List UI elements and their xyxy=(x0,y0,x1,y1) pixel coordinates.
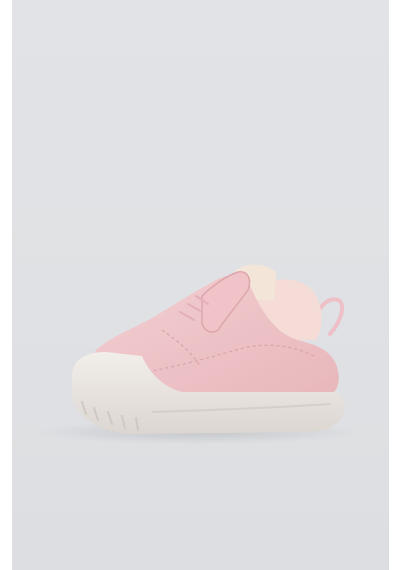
product-photo xyxy=(12,0,389,570)
page-frame xyxy=(0,0,400,570)
shoe-illustration xyxy=(37,264,357,444)
